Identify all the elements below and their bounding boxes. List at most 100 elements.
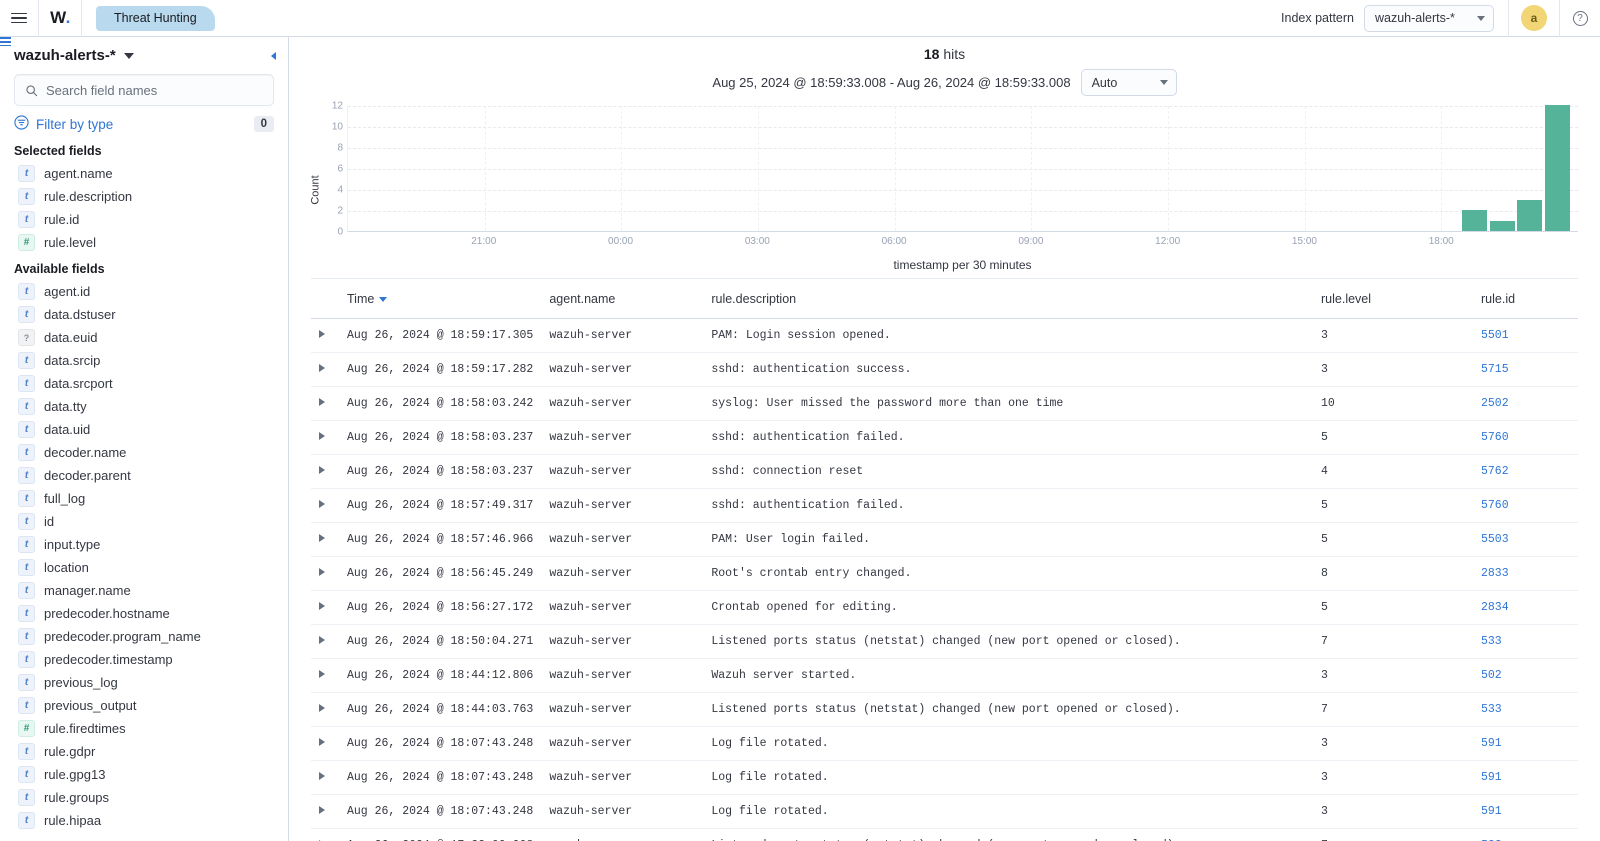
expand-row-cell[interactable]	[311, 760, 339, 795]
rule-id-link[interactable]: 591	[1481, 805, 1502, 818]
table-row[interactable]: Aug 26, 2024 @ 18:50:04.271 wazuh-server L…	[311, 624, 1578, 659]
rule-id-link[interactable]: 591	[1481, 737, 1502, 750]
cell-rule-level: 3	[1313, 318, 1473, 353]
table-row[interactable]: Aug 26, 2024 @ 18:58:03.237 wazuh-server s…	[311, 454, 1578, 489]
table-row[interactable]: Aug 26, 2024 @ 18:07:43.248 wazuh-server L…	[311, 726, 1578, 761]
chevron-right-icon[interactable]	[319, 500, 325, 508]
histogram-bar[interactable]	[1544, 105, 1570, 231]
cell-rule-id: 502	[1473, 658, 1578, 693]
avatar[interactable]: a	[1521, 5, 1547, 31]
hamburger-menu-icon[interactable]	[0, 0, 38, 37]
table-row[interactable]: Aug 26, 2024 @ 18:44:12.806 wazuh-server W…	[311, 658, 1578, 693]
expand-row-cell[interactable]	[311, 318, 339, 353]
expand-row-cell[interactable]	[311, 726, 339, 761]
index-pattern-select[interactable]: wazuh-alerts-*	[1364, 4, 1494, 32]
chevron-right-icon[interactable]	[319, 602, 325, 610]
chart-plot-area[interactable]	[347, 105, 1578, 232]
help-button[interactable]: ?	[1560, 0, 1600, 37]
column-header-time[interactable]: Time	[339, 279, 542, 319]
expand-row-cell[interactable]	[311, 556, 339, 591]
rule-id-link[interactable]: 5715	[1481, 363, 1509, 376]
table-row[interactable]: Aug 26, 2024 @ 18:44:03.763 wazuh-server L…	[311, 692, 1578, 727]
expand-row-cell[interactable]	[311, 828, 339, 841]
expand-row-cell[interactable]	[311, 794, 339, 829]
chevron-right-icon[interactable]	[319, 534, 325, 542]
chevron-right-icon[interactable]	[319, 398, 325, 406]
chevron-right-icon[interactable]	[319, 364, 325, 372]
histogram-bar[interactable]	[1489, 220, 1515, 231]
cell-rule-id: 2834	[1473, 590, 1578, 625]
rule-id-link[interactable]: 5503	[1481, 533, 1509, 546]
expand-row-cell[interactable]	[311, 454, 339, 489]
column-header-rule-id[interactable]: rule.id	[1473, 279, 1578, 319]
rule-id-link[interactable]: 533	[1481, 703, 1502, 716]
cell-rule-level: 5	[1313, 488, 1473, 523]
table-row[interactable]: Aug 26, 2024 @ 18:07:43.248 wazuh-server L…	[311, 794, 1578, 829]
collapse-sidebar-icon[interactable]	[0, 37, 276, 60]
expand-row-cell[interactable]	[311, 590, 339, 625]
table-row[interactable]: Aug 26, 2024 @ 18:59:17.282 wazuh-server s…	[311, 352, 1578, 387]
table-row[interactable]: Aug 26, 2024 @ 18:56:45.249 wazuh-server R…	[311, 556, 1578, 591]
cell-rule-level: 3	[1313, 658, 1473, 693]
histogram-bar[interactable]	[1462, 210, 1488, 231]
rule-id-link[interactable]: 533	[1481, 635, 1502, 648]
histogram-chart[interactable]: Count 0 2 4 6 8 10 12 21:00 00:00 03:00 06:00 09:0…	[299, 101, 1578, 274]
interval-select[interactable]: Auto	[1080, 69, 1177, 96]
table-row[interactable]: Aug 26, 2024 @ 18:07:43.248 wazuh-server L…	[311, 760, 1578, 795]
expand-row-cell[interactable]	[311, 420, 339, 455]
histogram-bars[interactable]	[348, 105, 1578, 231]
rule-id-link[interactable]: 2833	[1481, 567, 1509, 580]
expand-row-cell[interactable]	[311, 692, 339, 727]
rule-id-link[interactable]: 5762	[1481, 465, 1509, 478]
column-header-rule-level[interactable]: rule.level	[1313, 279, 1473, 319]
tab-threat-hunting[interactable]: Threat Hunting	[96, 5, 215, 31]
sort-desc-icon[interactable]	[379, 297, 388, 303]
chevron-right-icon[interactable]	[319, 772, 325, 780]
chevron-right-icon[interactable]	[319, 806, 325, 814]
column-header-agent-name[interactable]: agent.name	[541, 279, 704, 319]
table-row[interactable]: Aug 26, 2024 @ 17:33:09.908wazuh-serverL…	[311, 828, 1578, 841]
y-tick-8: 8	[337, 142, 343, 154]
cell-agent-name: wazuh-server	[541, 760, 704, 795]
chevron-right-icon[interactable]	[319, 636, 325, 644]
expand-row-cell[interactable]	[311, 624, 339, 659]
rule-id-link[interactable]: 5760	[1481, 431, 1509, 444]
table-row[interactable]: Aug 26, 2024 @ 18:58:03.242 wazuh-server s…	[311, 386, 1578, 421]
chevron-right-icon[interactable]	[319, 330, 325, 338]
rule-id-link[interactable]: 2834	[1481, 601, 1509, 614]
table-row[interactable]: Aug 26, 2024 @ 18:57:49.317 wazuh-server s…	[311, 488, 1578, 523]
table-row[interactable]: Aug 26, 2024 @ 18:56:27.172 wazuh-server C…	[311, 590, 1578, 625]
rule-id-link[interactable]: 502	[1481, 669, 1502, 682]
table-row[interactable]: Aug 26, 2024 @ 18:57:46.966 wazuh-server P…	[311, 522, 1578, 557]
histogram-bar[interactable]	[1517, 199, 1543, 231]
cell-rule-description: sshd: authentication failed.	[703, 488, 1313, 523]
rule-id-link[interactable]: 2502	[1481, 397, 1509, 410]
expand-row-cell[interactable]	[311, 658, 339, 693]
expand-row-cell[interactable]	[311, 386, 339, 421]
hits-label: hits	[943, 46, 966, 62]
expand-column-header	[311, 279, 339, 319]
expand-row-cell[interactable]	[311, 352, 339, 387]
cell-rule-level: 3	[1313, 794, 1473, 829]
rule-id-link[interactable]: 591	[1481, 771, 1502, 784]
rule-id-link[interactable]: 5760	[1481, 499, 1509, 512]
chevron-right-icon[interactable]	[319, 670, 325, 678]
cell-rule-description: Listened ports status (netstat) changed …	[703, 692, 1313, 727]
table-row[interactable]: Aug 26, 2024 @ 18:58:03.237 wazuh-server s…	[311, 420, 1578, 455]
divider	[81, 0, 82, 37]
wazuh-logo[interactable]: W.	[39, 0, 81, 37]
x-axis-label: timestamp per 30 minutes	[893, 258, 1032, 272]
cell-agent-name: wazuh-server	[541, 828, 704, 841]
table-row[interactable]: Aug 26, 2024 @ 18:59:17.305 wazuh-server P…	[311, 318, 1578, 353]
rule-id-link[interactable]: 5501	[1481, 329, 1509, 342]
chevron-right-icon[interactable]	[319, 432, 325, 440]
column-header-rule-description[interactable]: rule.description	[703, 279, 1313, 319]
chevron-right-icon[interactable]	[319, 738, 325, 746]
cell-time: Aug 26, 2024 @ 18:07:43.248	[339, 760, 542, 795]
chevron-right-icon[interactable]	[319, 466, 325, 474]
interval-value: Auto	[1091, 75, 1118, 90]
chevron-right-icon[interactable]	[319, 704, 325, 712]
expand-row-cell[interactable]	[311, 522, 339, 557]
expand-row-cell[interactable]	[311, 488, 339, 523]
chevron-right-icon[interactable]	[319, 568, 325, 576]
